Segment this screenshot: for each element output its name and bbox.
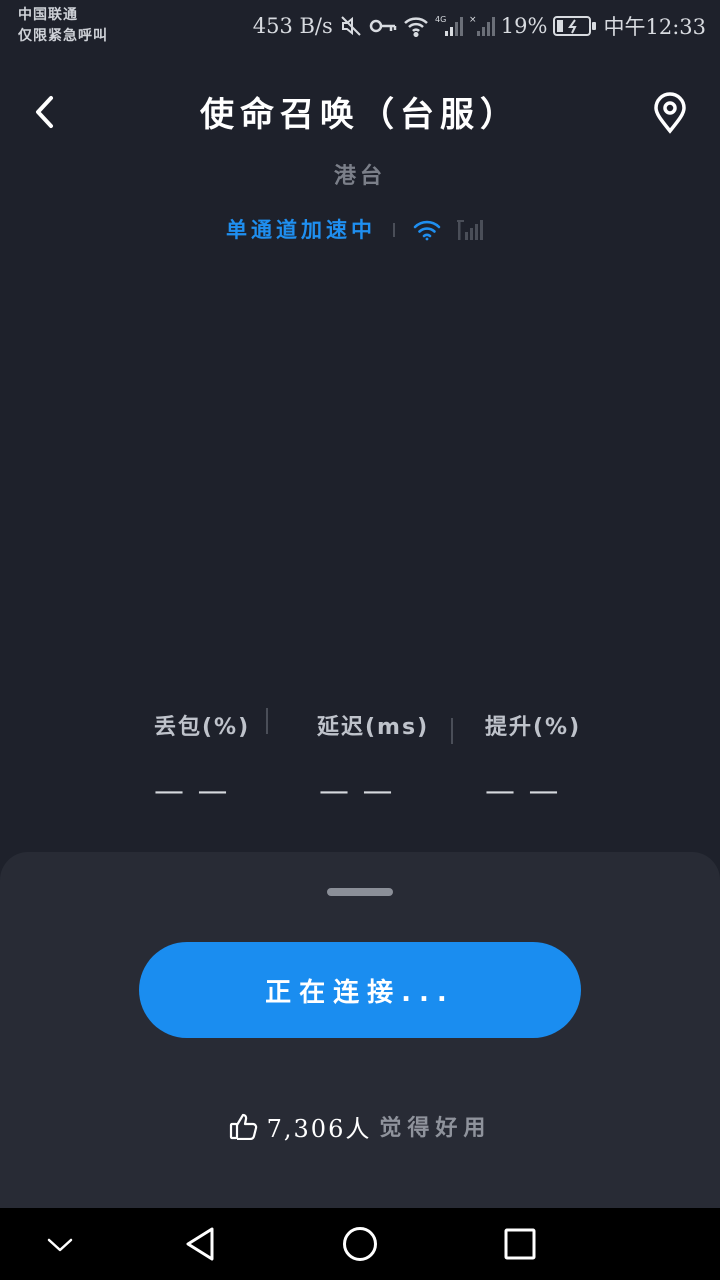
nav-hide-button[interactable]: [38, 1222, 82, 1266]
chevron-down-icon: [47, 1238, 73, 1252]
stat-divider: [266, 708, 268, 734]
location-button[interactable]: [648, 90, 692, 136]
accel-status-row: 单通道加速中: [0, 212, 720, 248]
app-screen: 中国联通 仅限紧急呼叫 453 B/s 4G × 19% 中午12:33 使命召…: [0, 0, 720, 1280]
cell-channel-icon: [456, 218, 484, 246]
emergency-only: 仅限紧急呼叫: [18, 28, 108, 44]
nav-recents-button[interactable]: [498, 1222, 542, 1266]
wifi-icon: [403, 15, 429, 37]
status-bar: 中国联通 仅限紧急呼叫 453 B/s 4G × 19% 中午12:33: [0, 0, 720, 52]
chevron-left-icon: [36, 96, 53, 128]
carrier-info: 中国联通 仅限紧急呼叫: [18, 5, 108, 47]
clock: 中午12:33: [603, 15, 706, 39]
packet-loss-label: 丢包(%): [154, 715, 251, 740]
nav-home-button[interactable]: [338, 1222, 382, 1266]
bottom-sheet: 正在连接... 7,306人 觉得好用: [0, 852, 720, 1208]
page-title: 使命召唤（台服）: [200, 95, 520, 135]
boost-value: — —: [485, 774, 561, 809]
battery-percent: 19%: [500, 14, 548, 38]
svg-text:×: ×: [469, 15, 477, 25]
net-speed: 453 B/s: [252, 14, 333, 38]
home-circle-icon: [343, 1227, 377, 1261]
divider: [393, 223, 395, 237]
system-nav-bar: [0, 1208, 720, 1280]
nav-back-button[interactable]: [178, 1222, 222, 1266]
thumbs-up-icon: [229, 1113, 257, 1140]
key-icon: [369, 16, 397, 36]
latency-label: 延迟(ms): [317, 715, 430, 740]
back-triangle-icon: [186, 1227, 214, 1261]
location-pin-icon: [654, 92, 686, 134]
boost-label: 提升(%): [485, 715, 582, 740]
likes-row: 7,306人 觉得好用: [0, 1106, 720, 1146]
region-label: 港台: [333, 164, 386, 189]
no-signal-icon: ×: [469, 14, 495, 38]
likes-text: 觉得好用: [379, 1116, 492, 1141]
back-button[interactable]: [24, 90, 64, 134]
recents-square-icon: [504, 1228, 536, 1260]
svg-text:4G: 4G: [435, 15, 446, 24]
status-icons: 453 B/s 4G × 19% 中午12:33: [253, 12, 706, 40]
stat-divider: [451, 718, 453, 744]
wifi-channel-icon: [413, 218, 441, 246]
4g-signal-icon: 4G: [435, 14, 463, 38]
battery-icon: [553, 15, 597, 37]
packet-loss-value: — —: [154, 774, 230, 809]
mute-icon: [339, 14, 363, 38]
likes-count: 7,306人: [266, 1114, 372, 1143]
connect-button[interactable]: 正在连接...: [139, 942, 581, 1038]
stats-panel: 丢包(%) 延迟(ms) 提升(%) — — — — — —: [0, 700, 720, 820]
accel-status: 单通道加速中: [226, 218, 376, 242]
latency-value: — —: [319, 774, 395, 809]
sheet-drag-handle[interactable]: [327, 888, 393, 896]
carrier-name: 中国联通: [18, 7, 78, 23]
